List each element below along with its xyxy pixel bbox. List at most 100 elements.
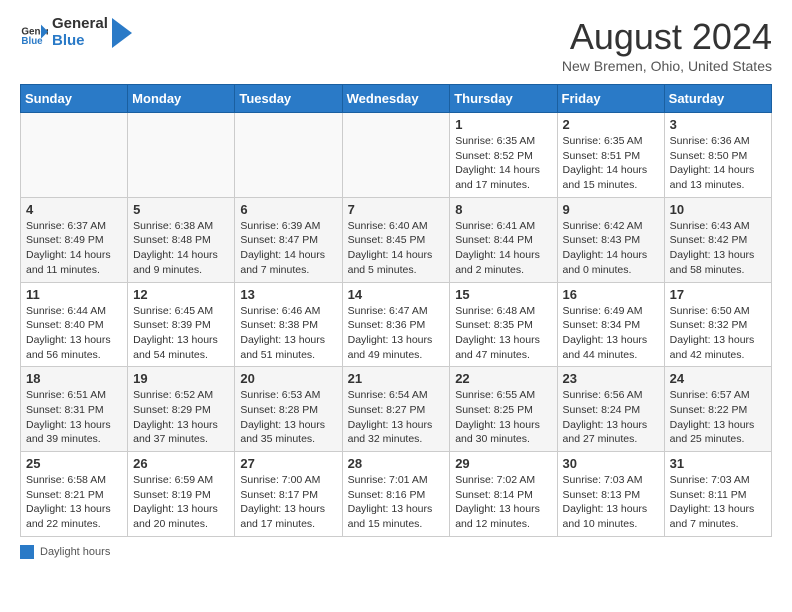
calendar-table: SundayMondayTuesdayWednesdayThursdayFrid… bbox=[20, 84, 772, 537]
legend-color-box bbox=[20, 545, 34, 559]
day-number: 21 bbox=[348, 371, 445, 386]
day-info: Sunrise: 6:37 AM Sunset: 8:49 PM Dayligh… bbox=[26, 219, 122, 278]
calendar-cell: 23Sunrise: 6:56 AM Sunset: 8:24 PM Dayli… bbox=[557, 367, 664, 452]
calendar-cell bbox=[342, 113, 450, 198]
calendar-cell: 3 Sunrise: 6:36 AM Sunset: 8:50 PM Daylig… bbox=[664, 113, 771, 198]
calendar-cell: 5 Sunrise: 6:38 AM Sunset: 8:48 PM Daylig… bbox=[128, 197, 235, 282]
logo-general: General bbox=[52, 16, 108, 33]
dow-header-saturday: Saturday bbox=[664, 85, 771, 113]
days-of-week-row: SundayMondayTuesdayWednesdayThursdayFrid… bbox=[21, 85, 772, 113]
page-header: General Blue General Blue August 2024 Ne… bbox=[20, 16, 772, 74]
calendar-cell: 29 Sunrise: 7:02 AM Sunset: 8:14 PM Dayli… bbox=[450, 452, 557, 537]
calendar-cell: 21 Sunrise: 6:54 AM Sunset: 8:27 PM Dayli… bbox=[342, 367, 450, 452]
legend-label: Daylight hours bbox=[40, 546, 110, 558]
day-number: 30 bbox=[563, 456, 659, 471]
calendar-cell: 9 Sunrise: 6:42 AM Sunset: 8:43 PM Daylig… bbox=[557, 197, 664, 282]
day-info: Sunrise: 6:42 AM Sunset: 8:43 PM Dayligh… bbox=[563, 219, 659, 278]
dow-header-thursday: Thursday bbox=[450, 85, 557, 113]
dow-header-sunday: Sunday bbox=[21, 85, 128, 113]
day-number: 28 bbox=[348, 456, 445, 471]
day-info: Sunrise: 6:38 AM Sunset: 8:48 PM Dayligh… bbox=[133, 219, 229, 278]
day-number: 9 bbox=[563, 202, 659, 217]
calendar-cell: 30Sunrise: 7:03 AM Sunset: 8:13 PM Dayli… bbox=[557, 452, 664, 537]
calendar-cell: 7Sunrise: 6:40 AM Sunset: 8:45 PM Daylig… bbox=[342, 197, 450, 282]
day-info: Sunrise: 7:00 AM Sunset: 8:17 PM Dayligh… bbox=[240, 473, 336, 532]
day-info: Sunrise: 6:54 AM Sunset: 8:27 PM Dayligh… bbox=[348, 388, 445, 447]
day-number: 17 bbox=[670, 287, 766, 302]
day-info: Sunrise: 6:48 AM Sunset: 8:35 PM Dayligh… bbox=[455, 304, 551, 363]
day-info: Sunrise: 6:39 AM Sunset: 8:47 PM Dayligh… bbox=[240, 219, 336, 278]
legend: Daylight hours bbox=[20, 545, 772, 559]
day-info: Sunrise: 6:35 AM Sunset: 8:51 PM Dayligh… bbox=[563, 134, 659, 193]
logo-blue: Blue bbox=[52, 33, 108, 50]
day-number: 31 bbox=[670, 456, 766, 471]
day-number: 2 bbox=[563, 117, 659, 132]
day-number: 4 bbox=[26, 202, 122, 217]
calendar-cell: 17Sunrise: 6:50 AM Sunset: 8:32 PM Dayli… bbox=[664, 282, 771, 367]
dow-header-wednesday: Wednesday bbox=[342, 85, 450, 113]
calendar-body: 1 Sunrise: 6:35 AM Sunset: 8:52 PM Daylig… bbox=[21, 113, 772, 537]
calendar-week-5: 25 Sunrise: 6:58 AM Sunset: 8:21 PM Dayli… bbox=[21, 452, 772, 537]
day-number: 5 bbox=[133, 202, 229, 217]
calendar-cell: 22Sunrise: 6:55 AM Sunset: 8:25 PM Dayli… bbox=[450, 367, 557, 452]
logo-arrow bbox=[112, 18, 132, 48]
day-number: 16 bbox=[563, 287, 659, 302]
calendar-week-1: 1 Sunrise: 6:35 AM Sunset: 8:52 PM Daylig… bbox=[21, 113, 772, 198]
day-number: 29 bbox=[455, 456, 551, 471]
day-number: 6 bbox=[240, 202, 336, 217]
day-info: Sunrise: 6:57 AM Sunset: 8:22 PM Dayligh… bbox=[670, 388, 766, 447]
day-info: Sunrise: 7:01 AM Sunset: 8:16 PM Dayligh… bbox=[348, 473, 445, 532]
day-number: 14 bbox=[348, 287, 445, 302]
calendar-cell: 19Sunrise: 6:52 AM Sunset: 8:29 PM Dayli… bbox=[128, 367, 235, 452]
day-number: 11 bbox=[26, 287, 122, 302]
calendar-cell: 1 Sunrise: 6:35 AM Sunset: 8:52 PM Daylig… bbox=[450, 113, 557, 198]
day-info: Sunrise: 6:53 AM Sunset: 8:28 PM Dayligh… bbox=[240, 388, 336, 447]
dow-header-friday: Friday bbox=[557, 85, 664, 113]
day-number: 26 bbox=[133, 456, 229, 471]
day-info: Sunrise: 6:44 AM Sunset: 8:40 PM Dayligh… bbox=[26, 304, 122, 363]
calendar-cell: 4 Sunrise: 6:37 AM Sunset: 8:49 PM Daylig… bbox=[21, 197, 128, 282]
title-block: August 2024 New Bremen, Ohio, United Sta… bbox=[562, 16, 772, 74]
day-info: Sunrise: 6:43 AM Sunset: 8:42 PM Dayligh… bbox=[670, 219, 766, 278]
dow-header-monday: Monday bbox=[128, 85, 235, 113]
day-number: 18 bbox=[26, 371, 122, 386]
day-info: Sunrise: 6:58 AM Sunset: 8:21 PM Dayligh… bbox=[26, 473, 122, 532]
day-number: 3 bbox=[670, 117, 766, 132]
day-info: Sunrise: 6:47 AM Sunset: 8:36 PM Dayligh… bbox=[348, 304, 445, 363]
calendar-cell bbox=[21, 113, 128, 198]
calendar-cell: 6 Sunrise: 6:39 AM Sunset: 8:47 PM Daylig… bbox=[235, 197, 342, 282]
calendar-cell: 11 Sunrise: 6:44 AM Sunset: 8:40 PM Dayli… bbox=[21, 282, 128, 367]
calendar-week-2: 4 Sunrise: 6:37 AM Sunset: 8:49 PM Daylig… bbox=[21, 197, 772, 282]
calendar-cell: 10 Sunrise: 6:43 AM Sunset: 8:42 PM Dayli… bbox=[664, 197, 771, 282]
day-info: Sunrise: 7:03 AM Sunset: 8:11 PM Dayligh… bbox=[670, 473, 766, 532]
day-info: Sunrise: 6:46 AM Sunset: 8:38 PM Dayligh… bbox=[240, 304, 336, 363]
svg-text:Blue: Blue bbox=[21, 36, 43, 47]
day-number: 27 bbox=[240, 456, 336, 471]
day-info: Sunrise: 6:49 AM Sunset: 8:34 PM Dayligh… bbox=[563, 304, 659, 363]
day-number: 10 bbox=[670, 202, 766, 217]
calendar-cell: 24Sunrise: 6:57 AM Sunset: 8:22 PM Dayli… bbox=[664, 367, 771, 452]
calendar-cell: 27 Sunrise: 7:00 AM Sunset: 8:17 PM Dayli… bbox=[235, 452, 342, 537]
calendar-cell bbox=[235, 113, 342, 198]
page-subtitle: New Bremen, Ohio, United States bbox=[562, 58, 772, 74]
calendar-cell: 15 Sunrise: 6:48 AM Sunset: 8:35 PM Dayli… bbox=[450, 282, 557, 367]
calendar-cell: 2 Sunrise: 6:35 AM Sunset: 8:51 PM Daylig… bbox=[557, 113, 664, 198]
day-number: 25 bbox=[26, 456, 122, 471]
day-number: 8 bbox=[455, 202, 551, 217]
day-number: 15 bbox=[455, 287, 551, 302]
day-info: Sunrise: 6:35 AM Sunset: 8:52 PM Dayligh… bbox=[455, 134, 551, 193]
calendar-week-3: 11 Sunrise: 6:44 AM Sunset: 8:40 PM Dayli… bbox=[21, 282, 772, 367]
calendar-cell: 8Sunrise: 6:41 AM Sunset: 8:44 PM Daylig… bbox=[450, 197, 557, 282]
calendar-cell: 13Sunrise: 6:46 AM Sunset: 8:38 PM Dayli… bbox=[235, 282, 342, 367]
dow-header-tuesday: Tuesday bbox=[235, 85, 342, 113]
calendar-cell bbox=[128, 113, 235, 198]
day-info: Sunrise: 7:02 AM Sunset: 8:14 PM Dayligh… bbox=[455, 473, 551, 532]
calendar-cell: 14 Sunrise: 6:47 AM Sunset: 8:36 PM Dayli… bbox=[342, 282, 450, 367]
day-number: 1 bbox=[455, 117, 551, 132]
day-info: Sunrise: 6:36 AM Sunset: 8:50 PM Dayligh… bbox=[670, 134, 766, 193]
day-info: Sunrise: 6:55 AM Sunset: 8:25 PM Dayligh… bbox=[455, 388, 551, 447]
day-info: Sunrise: 6:45 AM Sunset: 8:39 PM Dayligh… bbox=[133, 304, 229, 363]
calendar-week-4: 18Sunrise: 6:51 AM Sunset: 8:31 PM Dayli… bbox=[21, 367, 772, 452]
calendar-cell: 31 Sunrise: 7:03 AM Sunset: 8:11 PM Dayli… bbox=[664, 452, 771, 537]
day-info: Sunrise: 6:56 AM Sunset: 8:24 PM Dayligh… bbox=[563, 388, 659, 447]
